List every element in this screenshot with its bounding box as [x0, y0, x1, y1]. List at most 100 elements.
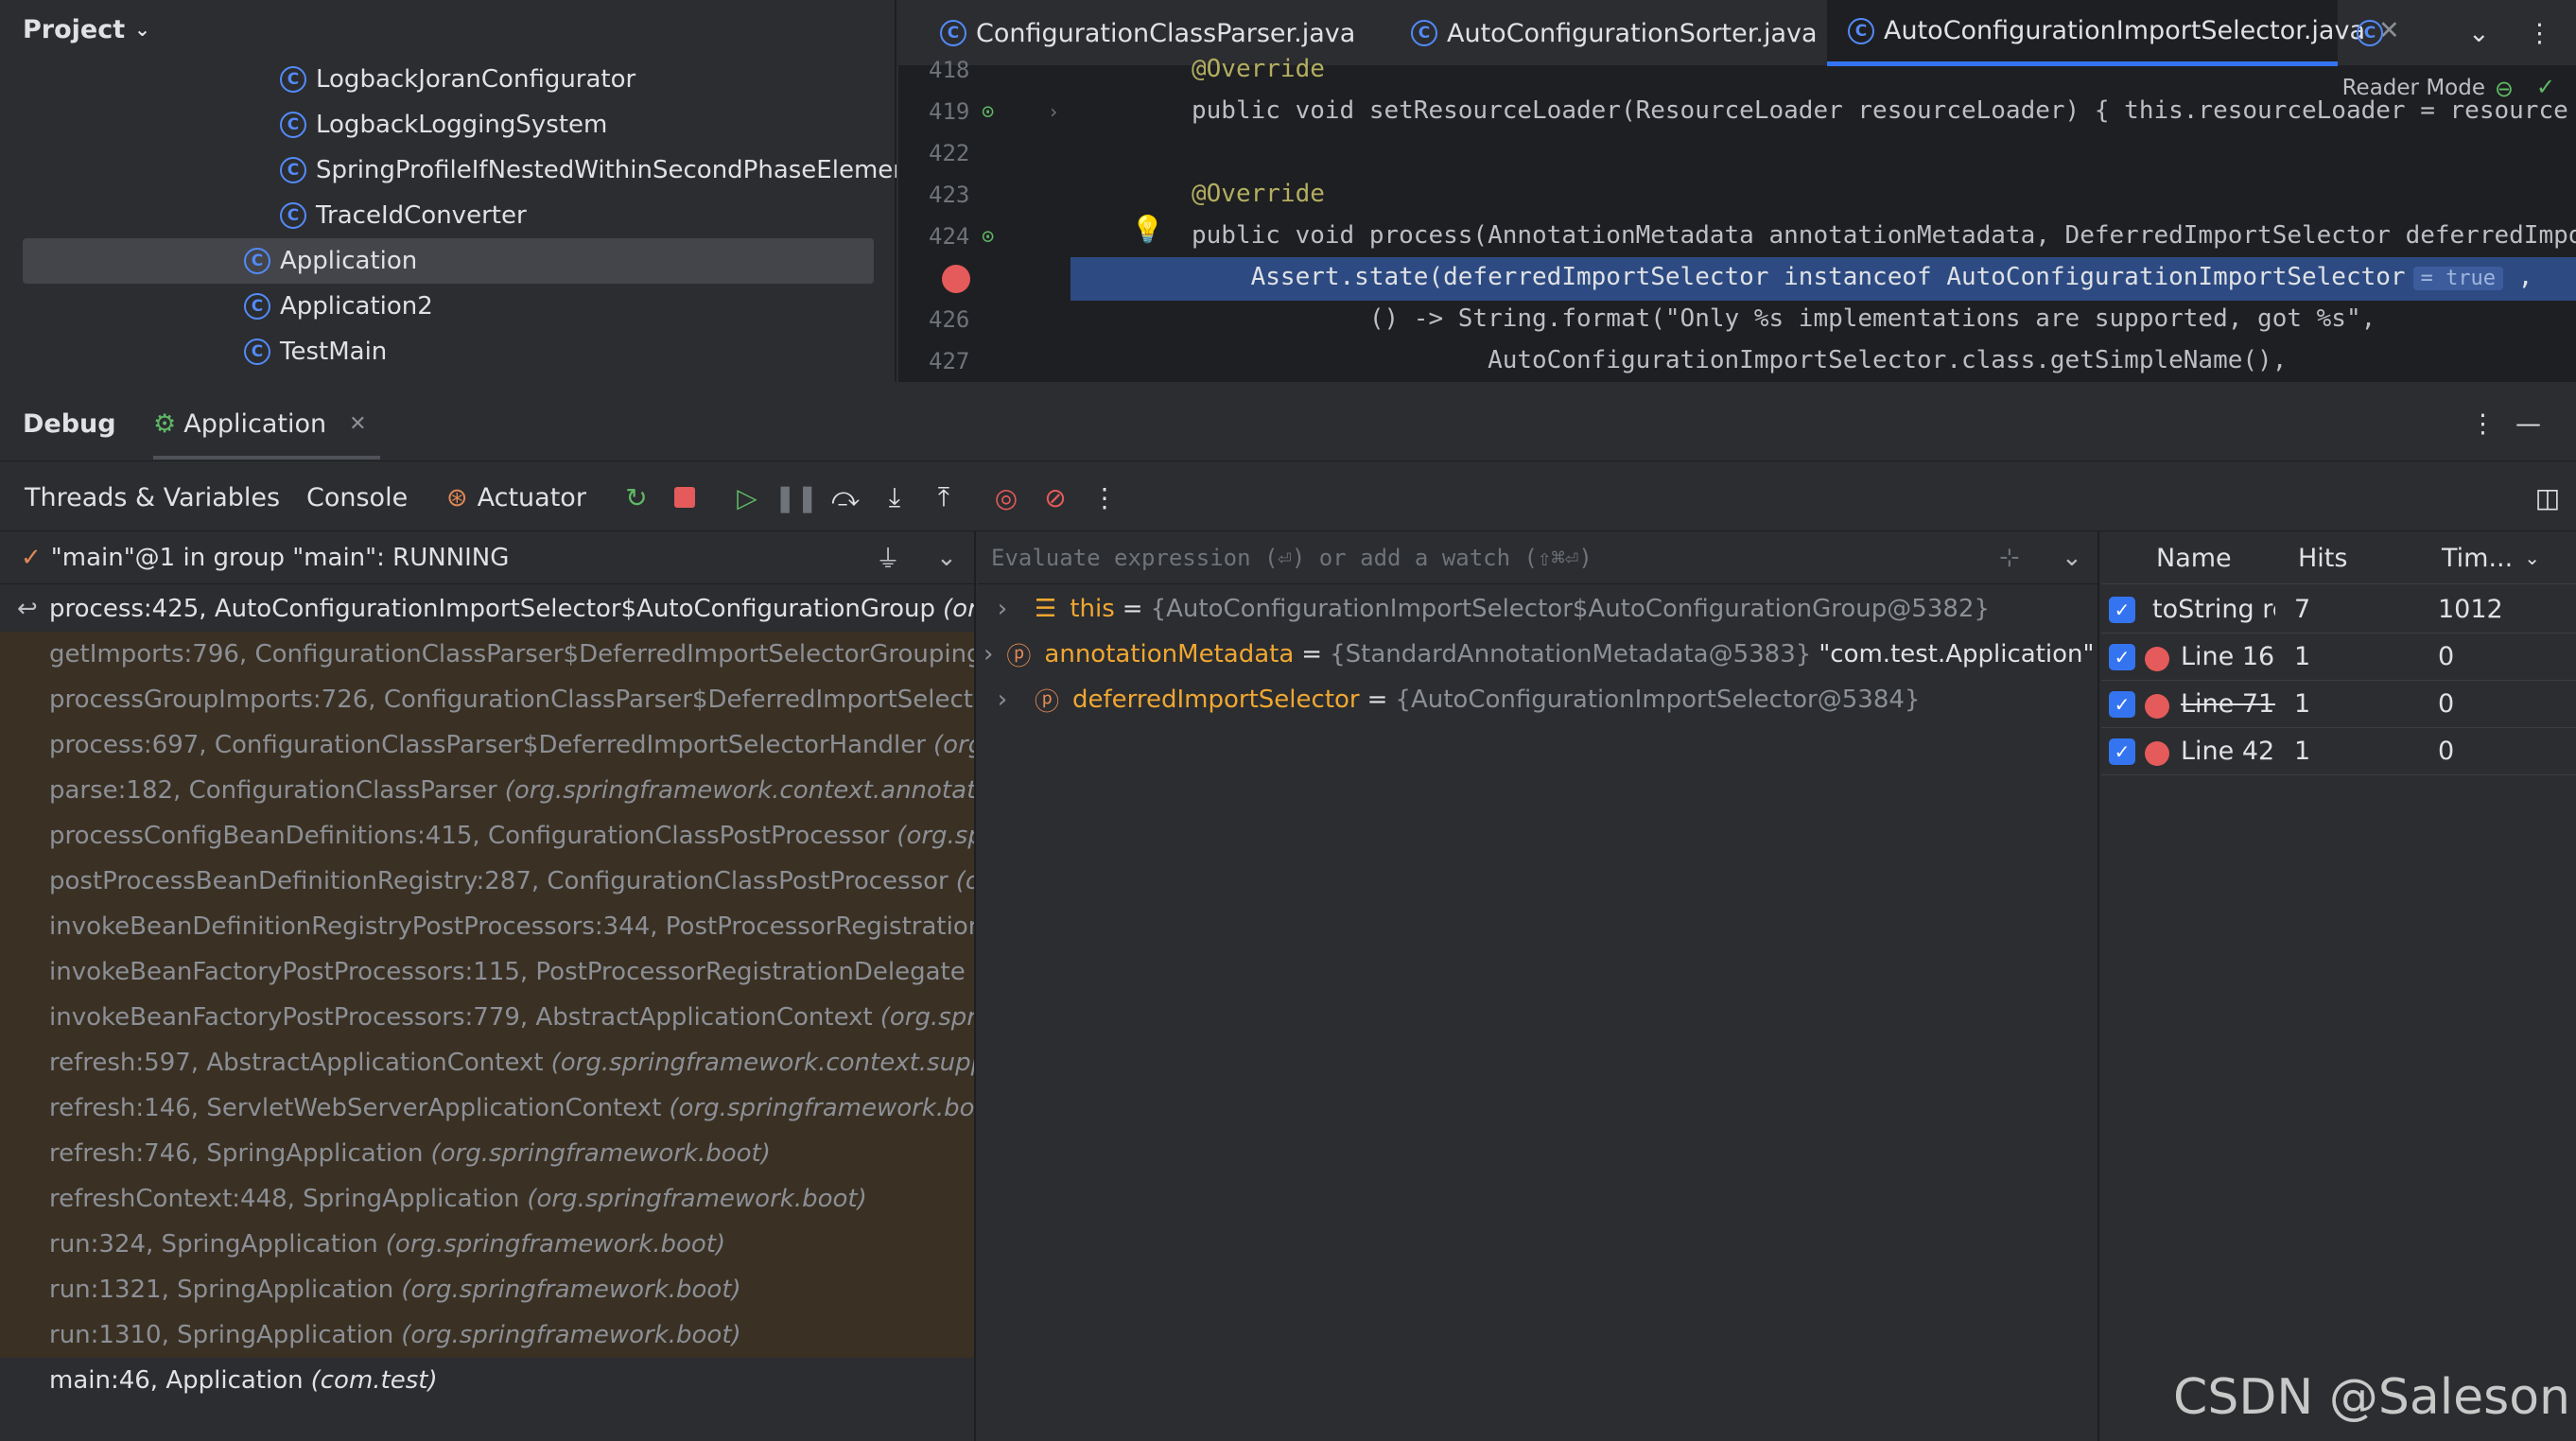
view-breakpoints-icon[interactable]: ◎ [989, 480, 1023, 514]
breakpoint-icon [2145, 647, 2169, 671]
code-line[interactable]: () -> String.format("Only %s implementat… [1192, 304, 2376, 333]
breakpoint-icon[interactable] [942, 265, 970, 293]
tab-auto-configuration-sorter[interactable]: C AutoConfigurationSorter.java [1390, 0, 1838, 66]
override-icon[interactable]: ⊙ [982, 100, 994, 124]
code-line[interactable]: public void process(AnnotationMetadata a… [1192, 221, 2576, 250]
chevron-down-icon[interactable]: ⌄ [2524, 547, 2540, 569]
filter-icon[interactable]: ⏚ [876, 540, 900, 575]
stack-frame[interactable]: refresh:746, SpringApplication (org.sprin… [0, 1131, 974, 1176]
chevron-down-icon[interactable]: ⌄ [134, 18, 150, 41]
lightbulb-icon[interactable]: 💡 [1131, 214, 1164, 245]
more-options-button[interactable]: ⋮ [2527, 0, 2552, 66]
breakpoint-time: 1012 [2438, 595, 2503, 624]
tree-item-selected[interactable]: C Application [23, 238, 874, 284]
frame-method: refreshContext:448, SpringApplication [49, 1185, 520, 1213]
expand-icon[interactable]: › [983, 640, 993, 668]
tree-item[interactable]: C SpringProfileIfNestedWithinSecondPhaseE… [0, 148, 896, 193]
tree-item-label: TraceIdConverter [316, 201, 527, 230]
code-line[interactable]: @Override [1192, 55, 1325, 83]
code-line[interactable]: @Override [1192, 180, 1325, 208]
stack-frame[interactable]: refresh:146, ServletWebServerApplication… [0, 1085, 974, 1131]
checkbox-icon[interactable]: ✓ [2109, 738, 2135, 765]
tab-auto-configuration-import-selector[interactable]: C AutoConfigurationImportSelector.java ✕ [1827, 0, 2400, 66]
class-icon: C [244, 293, 270, 320]
column-header-time[interactable]: Tim... ⌄ [2442, 531, 2540, 584]
expand-icon[interactable]: › [983, 595, 1021, 623]
stack-frame[interactable]: ↩ process:425, AutoConfigurationImportSel… [0, 586, 974, 632]
inline-value-hint: = true [2412, 267, 2504, 290]
step-over-icon[interactable]: ⤼ [828, 480, 862, 514]
stack-frame[interactable]: parse:182, ConfigurationClassParser (org.… [0, 768, 974, 813]
minimize-icon[interactable]: — [2515, 405, 2541, 443]
breakpoint-row[interactable]: ✓ Line 719 1 0 [2101, 681, 2576, 728]
breakpoint-row[interactable]: ✓ Line 160 1 0 [2101, 634, 2576, 681]
tab-threads-variables[interactable]: Threads & Variables [25, 478, 280, 516]
code-line-current[interactable]: Assert.state(deferredImportSelector inst… [1192, 263, 2533, 291]
column-header-name[interactable]: Name [2156, 531, 2232, 584]
layout-icon[interactable]: ◫ [2531, 480, 2565, 514]
check-icon[interactable]: ✓ [2536, 74, 2555, 100]
resume-icon[interactable]: ▷ [730, 480, 764, 514]
tree-item-label: Application2 [280, 292, 433, 321]
no-errors-icon[interactable]: ⊖ [2495, 76, 2514, 102]
checkbox-icon[interactable]: ✓ [2109, 644, 2135, 670]
step-into-icon[interactable]: ⤓ [878, 480, 912, 514]
variable-row[interactable]: › ☰ this = {AutoConfigurationImportSelect… [978, 586, 2094, 632]
step-out-icon[interactable]: ⤒ [927, 480, 961, 514]
thread-selector[interactable]: ✓ "main"@1 in group "main": RUNNING ⏚ ⌄ [0, 531, 974, 584]
breakpoint-row[interactable]: ✓ Line 425 1 0 [2101, 728, 2576, 775]
tab-actuator[interactable]: ⊛ Actuator [446, 478, 586, 516]
mute-breakpoints-icon[interactable]: ⊘ [1038, 480, 1072, 514]
stack-frame[interactable]: refreshContext:448, SpringApplication (or… [0, 1176, 974, 1222]
override-icon[interactable]: ⊙ [982, 225, 994, 249]
evaluate-input[interactable]: Evaluate expression (⏎) or add a watch (… [991, 545, 1593, 571]
code-line[interactable]: public void setResourceLoader(ResourceLo… [1192, 96, 2568, 125]
variable-row[interactable]: › ⓟ deferredImportSelector = {AutoConfigu… [978, 677, 2094, 722]
tree-item[interactable]: C TestMain [0, 329, 896, 374]
project-title[interactable]: Project [23, 15, 125, 44]
checkbox-icon[interactable]: ✓ [2109, 691, 2135, 718]
rerun-icon[interactable]: ↻ [619, 480, 653, 514]
tree-item[interactable]: C LogbackJoranConfigurator [0, 57, 896, 102]
more-vertical-icon: ⋮ [2527, 18, 2552, 48]
expand-icon[interactable]: › [983, 686, 1021, 714]
project-header[interactable]: Project ⌄ [0, 0, 896, 59]
tab-console[interactable]: Console [306, 478, 408, 516]
breakpoint-row[interactable]: ✓ toString rer 7 1012 [2101, 586, 2576, 634]
tree-item[interactable]: C TraceIdConverter [0, 193, 896, 238]
stack-frame[interactable]: getImports:796, ConfigurationClassParser… [0, 632, 974, 677]
close-icon[interactable]: ✕ [349, 412, 366, 436]
stack-frame[interactable]: refresh:597, AbstractApplicationContext(… [0, 1040, 974, 1085]
more-vertical-icon[interactable]: ⋮ [2470, 405, 2496, 443]
evaluate-bar[interactable]: Evaluate expression (⏎) or add a watch (… [978, 531, 2097, 584]
stack-frame[interactable]: processConfigBeanDefinitions:415, Config… [0, 813, 974, 859]
stack-frame[interactable]: process:697, ConfigurationClassParser$De… [0, 722, 974, 768]
column-header-hits[interactable]: Hits [2298, 531, 2347, 584]
reader-mode-button[interactable]: Reader Mode [2342, 76, 2485, 100]
fold-icon[interactable]: › [1048, 100, 1059, 123]
session-tab[interactable]: ⚙ Application ✕ [153, 405, 367, 443]
stop-icon[interactable] [668, 480, 702, 514]
pause-icon[interactable]: ❚❚ [775, 480, 819, 514]
tab-overflow[interactable]: C [2338, 0, 2411, 66]
chevron-down-icon[interactable]: ⌄ [936, 544, 957, 572]
class-icon: C [244, 339, 270, 365]
more-vertical-icon[interactable]: ⋮ [1088, 480, 1122, 514]
stack-frame[interactable]: invokeBeanDefinitionRegistryPostProcesso… [0, 904, 974, 949]
stack-frame[interactable]: run:1321, SpringApplication (org.springfr… [0, 1267, 974, 1312]
add-watch-icon[interactable]: ⊹ [1999, 544, 2020, 572]
chevron-down-icon[interactable]: ⌄ [2062, 544, 2082, 572]
tree-item[interactable]: C Application2 [0, 284, 896, 329]
tabs-dropdown-button[interactable]: ⌄ [2468, 0, 2490, 66]
stack-frame[interactable]: invokeBeanFactoryPostProcessors:115, Pos… [0, 949, 974, 995]
variable-row[interactable]: › ⓟ annotationMetadata = {StandardAnnotat… [978, 632, 2095, 677]
stack-frame[interactable]: invokeBeanFactoryPostProcessors:779, Abs… [0, 995, 974, 1040]
stack-frame[interactable]: run:324, SpringApplication (org.springfra… [0, 1222, 974, 1267]
tree-item[interactable]: C LogbackLoggingSystem [0, 102, 896, 148]
code-line[interactable]: AutoConfigurationImportSelector.class.ge… [1192, 346, 2287, 374]
stack-frame[interactable]: postProcessBeanDefinitionRegistry:287, C… [0, 859, 974, 904]
stack-frame[interactable]: run:1310, SpringApplication (org.springfr… [0, 1312, 974, 1358]
checkbox-icon[interactable]: ✓ [2109, 597, 2135, 623]
stack-frame[interactable]: processGroupImports:726, ConfigurationCl… [0, 677, 974, 722]
stack-frame[interactable]: main:46, Application (com.test) [0, 1358, 974, 1403]
